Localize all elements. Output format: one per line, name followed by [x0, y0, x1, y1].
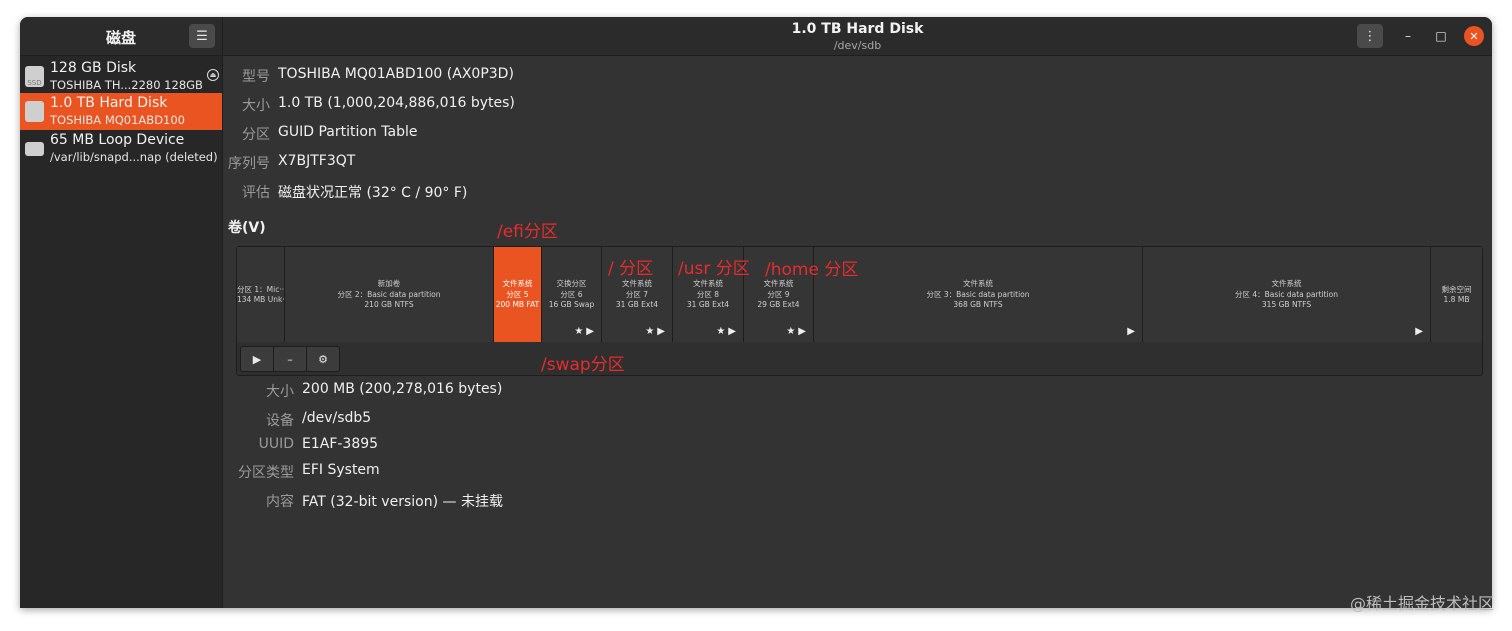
disk-title: 1.0 TB Hard Disk [791, 21, 924, 37]
info-label: UUID [258, 436, 294, 452]
vertical-dots-icon: ⋮ [1363, 28, 1377, 44]
drive-desc: TOSHIBA MQ01ABD100 [50, 113, 185, 127]
partition-segment[interactable]: 新加卷 分区 2：Basic data partition 210 GB NTF… [285, 247, 494, 342]
disks-window: 磁盘 ☰ 1.0 TB Hard Disk /dev/sdb ⋮ – □ ✕ S… [20, 17, 1492, 608]
gears-icon: ⚙ [318, 352, 328, 366]
hamburger-icon: ☰ [196, 28, 208, 44]
partition-segment[interactable]: 文件系统 分区 4：Basic data partition 315 GB NT… [1143, 247, 1431, 342]
annotation-usr: /usr 分区 [678, 259, 750, 279]
info-value: X7BJTF3QT [278, 153, 356, 169]
info-value: 磁盘状况正常 (32° C / 90° F) [278, 185, 468, 201]
maximize-icon: □ [1435, 29, 1447, 43]
info-label: 大小 [266, 384, 294, 400]
annotation-root: / 分区 [608, 259, 654, 279]
disk-subtitle: /dev/sdb [833, 39, 882, 52]
hamburger-menu-button[interactable]: ☰ [189, 24, 215, 48]
partition-segment-free[interactable]: 剩余空间 1.8 MB [1431, 247, 1482, 342]
info-label: 序列号 [228, 156, 270, 172]
info-value: GUID Partition Table [278, 124, 418, 140]
mount-button[interactable]: ▶ [241, 347, 274, 371]
play-icon: ▶ [1415, 326, 1426, 337]
partition-segment[interactable]: 分区 1：Mic··· 134 MB Unk··· [237, 247, 285, 342]
star-play-icon: ★▶ [716, 326, 739, 337]
info-value: TOSHIBA MQ01ABD100 (AX0P3D) [278, 66, 514, 82]
volumes-heading: 卷(V) [228, 220, 266, 236]
star-play-icon: ★▶ [574, 326, 597, 337]
delete-partition-button[interactable]: – [274, 347, 307, 371]
info-value: EFI System [302, 462, 380, 478]
drive-desc: TOSHIBA TH...2280 128GB [50, 78, 203, 92]
info-value: /dev/sdb5 [302, 410, 372, 426]
drive-name: 1.0 TB Hard Disk [50, 95, 168, 111]
hard-disk-icon [25, 101, 44, 122]
minimize-icon: – [1405, 29, 1411, 43]
maximize-button[interactable]: □ [1431, 26, 1451, 46]
info-label: 型号 [242, 69, 270, 85]
partition-segment[interactable]: 交换分区 分区 6 16 GB Swap ★▶ [542, 247, 602, 342]
star-play-icon: ★▶ [645, 326, 668, 337]
info-label: 内容 [266, 494, 294, 510]
partition-map: 分区 1：Mic··· 134 MB Unk··· 新加卷 分区 2：Basic… [236, 246, 1483, 376]
loop-device-icon [25, 142, 44, 156]
drive-item-loop[interactable]: 65 MB Loop Device /var/lib/snapd...nap (… [20, 130, 222, 167]
info-value: 200 MB (200,278,016 bytes) [302, 381, 503, 397]
sidebar-header: 磁盘 ☰ [20, 17, 223, 56]
info-value: FAT (32-bit version) — 未挂载 [302, 494, 503, 510]
play-icon: ▶ [252, 352, 262, 366]
annotation-home: /home 分区 [765, 260, 859, 280]
drive-desc: /var/lib/snapd...nap (deleted) [50, 150, 218, 164]
close-icon: ✕ [1469, 29, 1479, 43]
drive-list: SSD 128 GB Disk TOSHIBA TH...2280 128GB … [20, 56, 223, 608]
watermark: @稀土掘金技术社区 [1349, 594, 1494, 613]
info-label: 设备 [266, 413, 294, 429]
header-bar: 1.0 TB Hard Disk /dev/sdb ⋮ – □ ✕ [223, 17, 1492, 56]
info-label: 评估 [242, 185, 270, 201]
drive-name: 65 MB Loop Device [50, 132, 185, 148]
star-play-icon: ★▶ [786, 326, 809, 337]
minus-icon: – [287, 352, 293, 366]
info-value: E1AF-3895 [302, 436, 379, 452]
drive-item-1tb[interactable]: 1.0 TB Hard Disk TOSHIBA MQ01ABD100 [20, 93, 222, 130]
partition-segment[interactable]: 文件系统 分区 3：Basic data partition 368 GB NT… [814, 247, 1143, 342]
partition-settings-button[interactable]: ⚙ [307, 347, 339, 371]
drive-item-128gb[interactable]: SSD 128 GB Disk TOSHIBA TH...2280 128GB … [20, 58, 222, 95]
drive-name: 128 GB Disk [50, 60, 137, 76]
partition-toolbar: ▶ – ⚙ [240, 346, 340, 372]
info-label: 分区 [242, 127, 270, 143]
close-button[interactable]: ✕ [1464, 26, 1484, 46]
info-label: 大小 [242, 98, 270, 114]
annotation-swap: /swap分区 [541, 355, 625, 375]
disk-menu-button[interactable]: ⋮ [1357, 24, 1383, 48]
info-label: 分区类型 [238, 465, 294, 481]
partition-bar: 分区 1：Mic··· 134 MB Unk··· 新加卷 分区 2：Basic… [237, 247, 1482, 342]
info-value: 1.0 TB (1,000,204,886,016 bytes) [278, 95, 515, 111]
ssd-icon: SSD [25, 66, 44, 87]
play-icon: ▶ [1127, 326, 1138, 337]
partition-segment-selected[interactable]: 文件系统 分区 5 200 MB FAT [494, 247, 542, 342]
annotation-efi: /efi分区 [497, 222, 558, 242]
minimize-button[interactable]: – [1398, 26, 1418, 46]
